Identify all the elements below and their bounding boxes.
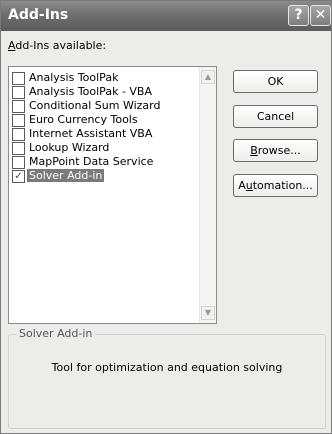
list-item-solver-add-in[interactable]: ✓ Solver Add-in [12,169,200,184]
checkbox[interactable] [12,72,25,85]
selected-add-in-name: Solver Add-in [16,327,96,340]
add-ins-dialog: Add-Ins ? ✕ Add-Ins available: Analysis … [0,0,332,434]
dialog-title: Add-Ins [8,7,69,23]
add-ins-list[interactable]: Analysis ToolPak Analysis ToolPak - VBA … [8,66,217,324]
list-item-label: Euro Currency Tools [29,113,138,126]
scroll-up-button[interactable]: ▲ [201,70,215,84]
list-item[interactable]: Conditional Sum Wizard [12,99,200,114]
checkbox-checked[interactable]: ✓ [12,170,25,183]
list-item[interactable]: Internet Assistant VBA [12,127,200,142]
checkbox[interactable] [12,156,25,169]
list-item[interactable]: Euro Currency Tools [12,113,200,128]
chevron-down-icon: ▼ [204,308,212,317]
automation-button[interactable]: Automation... [233,174,318,197]
add-ins-available-label: Add-Ins available: [8,39,107,52]
add-in-description: Tool for optimization and equation solvi… [51,361,283,374]
list-item-label: Solver Add-in [27,169,105,182]
browse-button[interactable]: Browse... [233,139,318,162]
checkbox[interactable] [12,86,25,99]
checkbox[interactable] [12,100,25,113]
check-icon: ✓ [14,171,23,182]
list-item-label: Conditional Sum Wizard [29,99,161,112]
vertical-scrollbar[interactable]: ▲ ▼ [199,67,216,323]
scroll-down-button[interactable]: ▼ [201,306,215,320]
ok-button[interactable]: OK [233,70,318,93]
checkbox[interactable] [12,128,25,141]
close-icon: ✕ [314,7,327,23]
list-item[interactable]: Analysis ToolPak [12,71,200,86]
close-button[interactable]: ✕ [310,5,331,26]
list-item-label: Internet Assistant VBA [29,127,153,140]
chevron-up-icon: ▲ [204,72,212,81]
list-item[interactable]: MapPoint Data Service [12,155,200,170]
help-button[interactable]: ? [288,5,309,26]
list-item[interactable]: Lookup Wizard [12,141,200,156]
add-in-details-group: Solver Add-in Tool for optimization and … [8,327,326,429]
checkbox[interactable] [12,142,25,155]
checkbox[interactable] [12,114,25,127]
title-bar[interactable]: Add-Ins ? ✕ [1,1,331,31]
list-item-label: Lookup Wizard [29,141,110,154]
list-item-label: Analysis ToolPak - VBA [29,85,152,98]
list-item-label: MapPoint Data Service [29,155,154,168]
cancel-button[interactable]: Cancel [233,105,318,128]
list-item-label: Analysis ToolPak [29,71,119,84]
list-item[interactable]: Analysis ToolPak - VBA [12,85,200,100]
